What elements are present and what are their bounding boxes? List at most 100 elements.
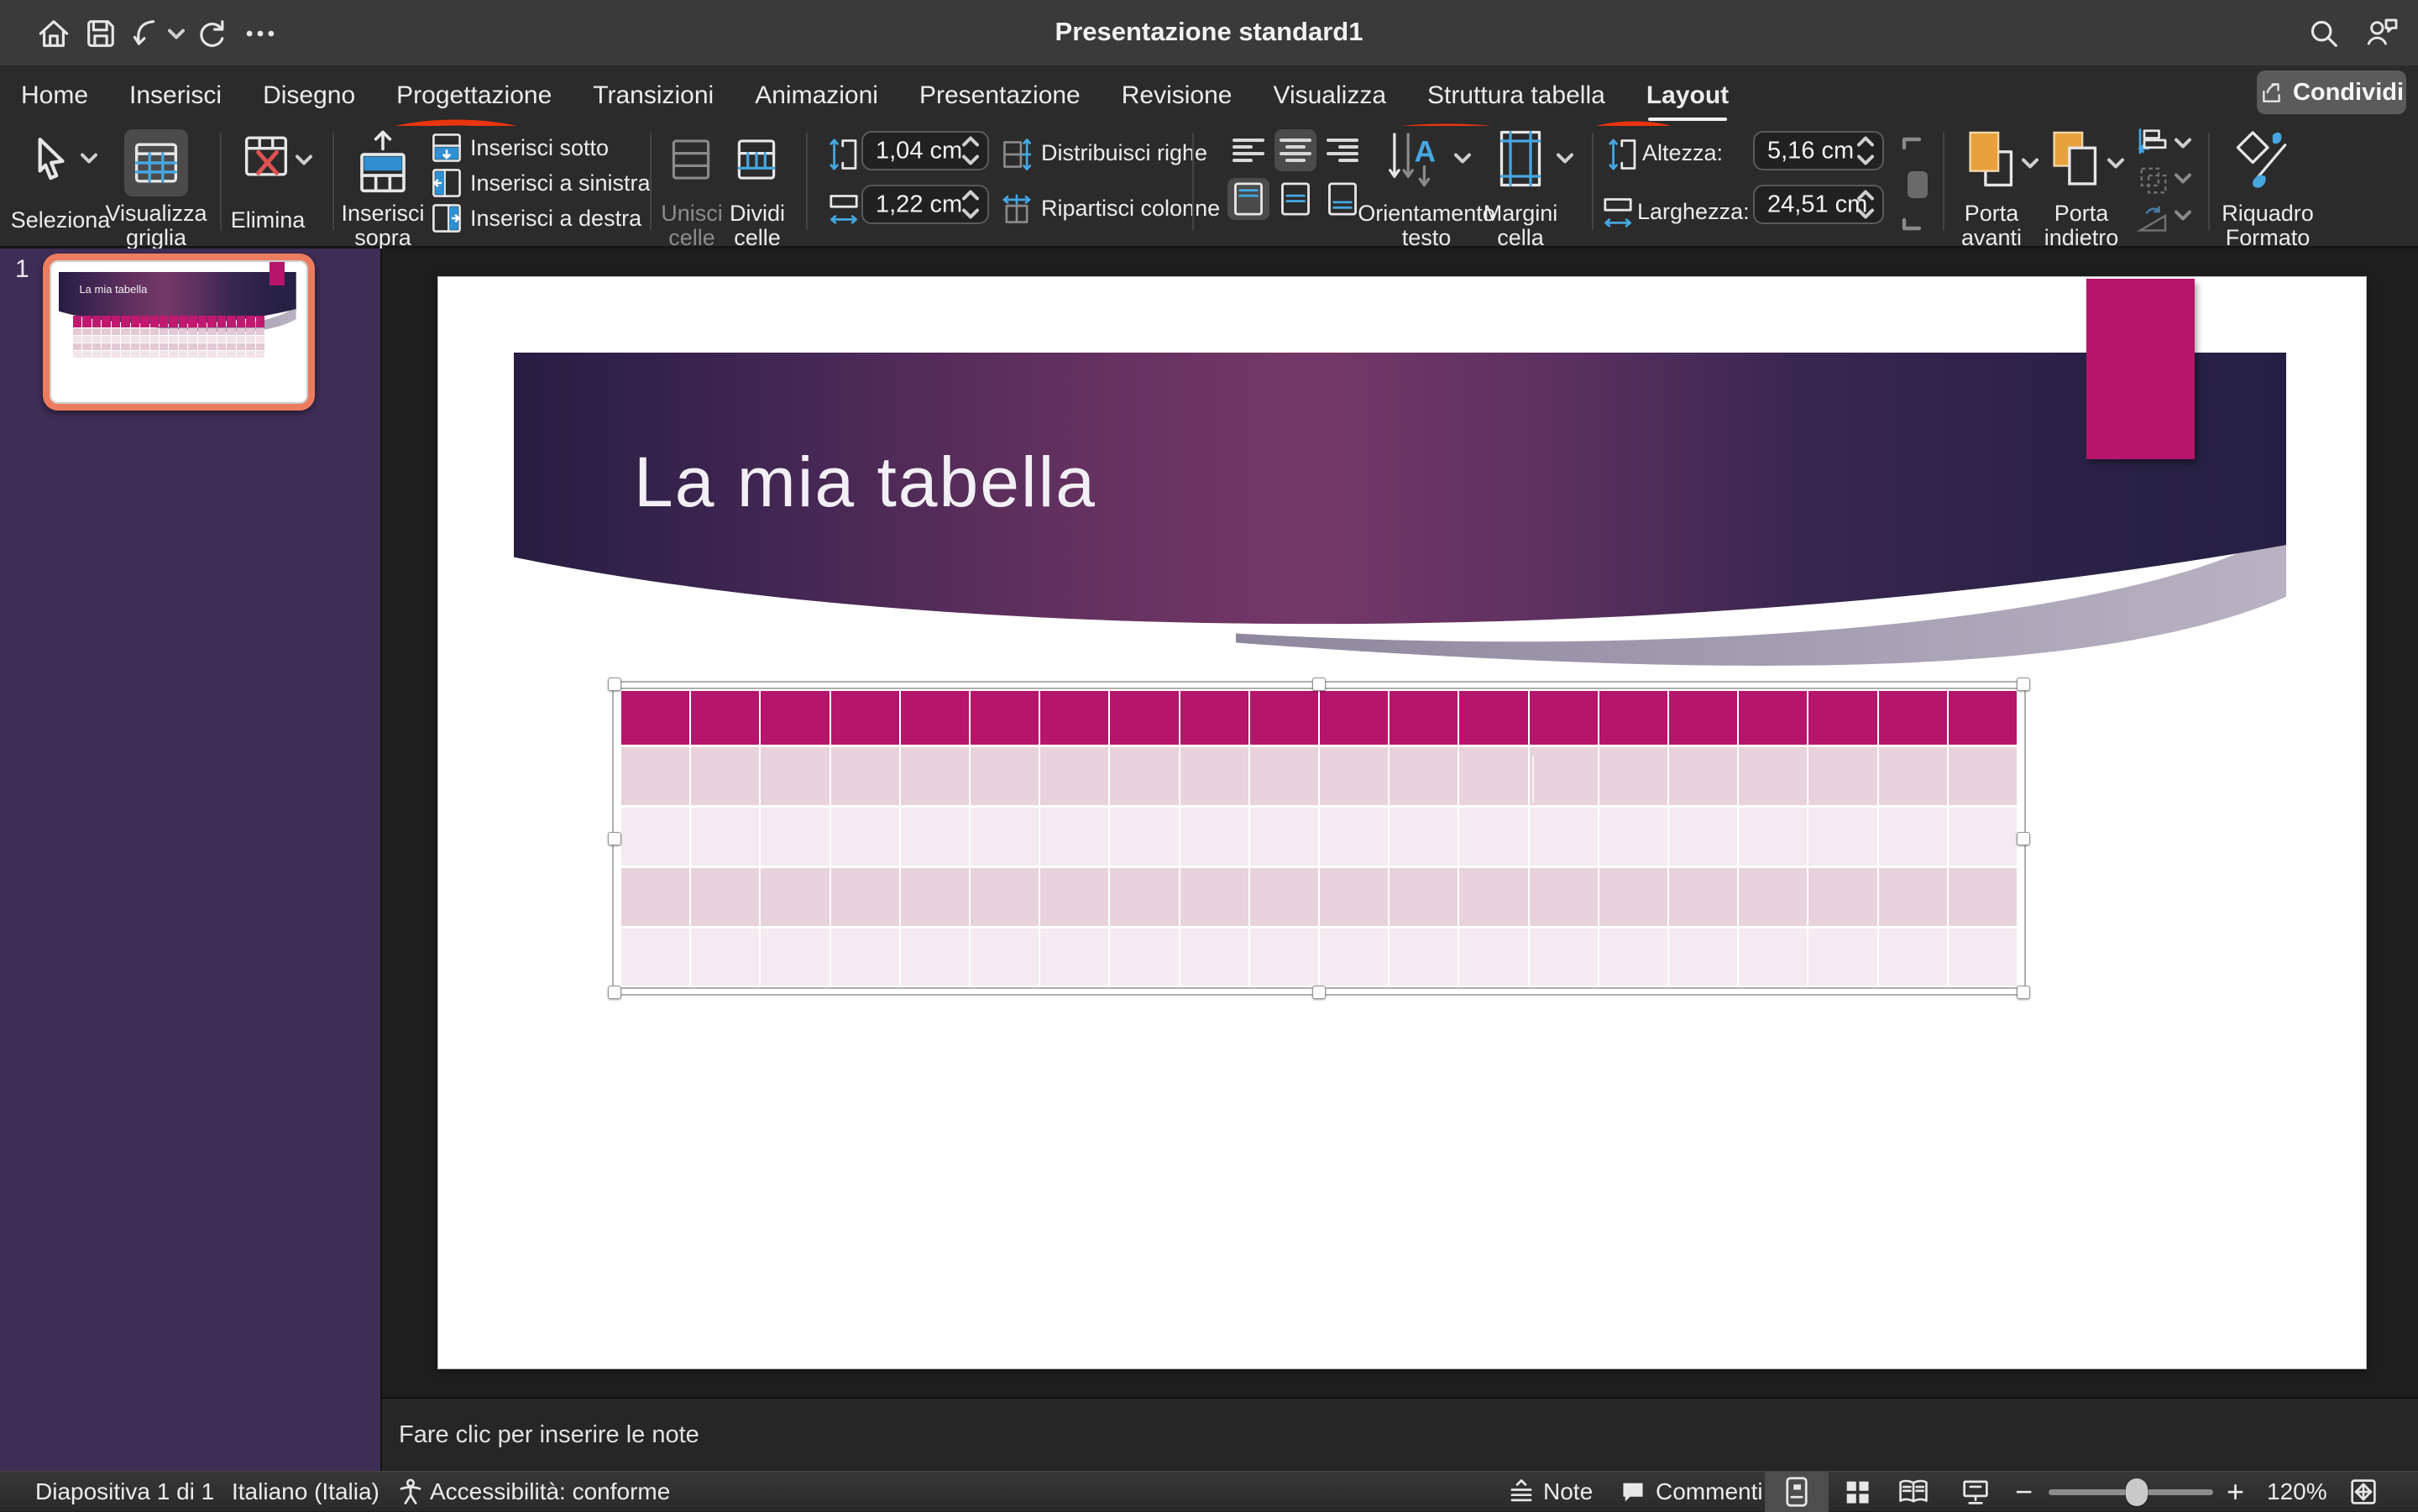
zoom-out-button[interactable]: − — [2015, 1474, 2033, 1509]
tab-home[interactable]: Home — [21, 81, 88, 110]
bring-forward-label[interactable]: Porta avanti — [1944, 201, 2039, 250]
table-cell[interactable] — [971, 747, 1039, 805]
column-width-value[interactable]: 1,22 cm — [876, 191, 962, 218]
table-cell[interactable] — [1949, 868, 2017, 926]
align-left-button[interactable] — [1227, 129, 1269, 171]
resize-handle-s[interactable] — [1312, 986, 1326, 999]
notes-toggle-icon[interactable] — [1508, 1478, 1535, 1505]
resize-handle-sw[interactable] — [608, 986, 621, 999]
cell-margins-icon[interactable] — [1498, 129, 1543, 188]
fit-slide-to-window-icon[interactable] — [2349, 1478, 2378, 1506]
comments-icon[interactable] — [1620, 1479, 1646, 1504]
comments-label[interactable]: Commenti — [1656, 1478, 1763, 1505]
table-cell[interactable] — [1390, 808, 1458, 866]
delete-button-label[interactable]: Elimina — [222, 208, 314, 233]
table-header-cell[interactable] — [1040, 691, 1108, 745]
table-cell[interactable] — [761, 808, 829, 866]
slide-sorter-view-icon[interactable] — [1844, 1478, 1871, 1505]
accent-rectangle[interactable] — [2086, 279, 2195, 459]
table-cell[interactable] — [1110, 868, 1178, 926]
stepper-up-icon[interactable] — [1857, 136, 1874, 147]
table-cell[interactable] — [1669, 868, 1737, 926]
table-cell[interactable] — [691, 868, 759, 926]
cell-margins-chevron-icon[interactable] — [1557, 153, 1573, 164]
table-cell[interactable] — [1808, 747, 1876, 805]
send-backward-chevron-icon[interactable] — [2107, 158, 2124, 169]
table-cell[interactable] — [621, 868, 689, 926]
table-cell[interactable] — [1739, 868, 1807, 926]
table-cell[interactable] — [1110, 929, 1178, 986]
tab-inserisci[interactable]: Inserisci — [129, 81, 222, 110]
table-cell[interactable] — [901, 868, 969, 926]
slideshow-view-icon[interactable] — [1961, 1478, 1990, 1505]
table-cell[interactable] — [691, 747, 759, 805]
accessibility-status[interactable]: Accessibilità: conforme — [430, 1478, 670, 1505]
lock-aspect-ratio-control[interactable] — [1899, 134, 1933, 233]
table-cell[interactable] — [1949, 929, 2017, 986]
table-cell[interactable] — [691, 808, 759, 866]
table-cell[interactable] — [1110, 808, 1178, 866]
table-cell[interactable] — [1669, 929, 1737, 986]
table-cell[interactable] — [1459, 808, 1527, 866]
table-cell[interactable] — [1879, 808, 1947, 866]
notes-toggle-label[interactable]: Note — [1543, 1478, 1593, 1505]
table-header-cell[interactable] — [971, 691, 1039, 745]
table-cell[interactable] — [971, 808, 1039, 866]
share-button[interactable]: Condividi — [2257, 71, 2406, 114]
language-indicator[interactable]: Italiano (Italia) — [232, 1478, 379, 1505]
format-pane-label[interactable]: Riquadro Formato — [2213, 201, 2322, 250]
table-cell[interactable] — [761, 868, 829, 926]
view-gridlines-button[interactable] — [124, 129, 188, 196]
share-people-icon[interactable] — [2366, 17, 2400, 50]
insert-below-icon[interactable] — [432, 133, 462, 163]
accessibility-icon[interactable] — [398, 1478, 423, 1505]
align-objects-chevron-icon[interactable] — [2175, 138, 2191, 149]
table-header-cell[interactable] — [1739, 691, 1807, 745]
table-cell[interactable] — [621, 747, 689, 805]
stepper-up-icon[interactable] — [1857, 190, 1874, 201]
split-cells-label[interactable]: Dividi celle — [717, 201, 798, 250]
row-height-field[interactable]: 1,04 cm — [861, 131, 989, 170]
table-cell[interactable] — [1390, 868, 1458, 926]
table-header-cell[interactable] — [761, 691, 829, 745]
table-cell[interactable] — [1530, 868, 1598, 926]
bring-forward-chevron-icon[interactable] — [2022, 158, 2039, 169]
align-middle-button[interactable] — [1274, 178, 1316, 220]
table-cell[interactable] — [1180, 747, 1248, 805]
send-backward-icon[interactable] — [2050, 129, 2099, 195]
insert-right-icon[interactable] — [432, 203, 462, 233]
table-cell[interactable] — [1879, 747, 1947, 805]
table-cell[interactable] — [1250, 929, 1318, 986]
align-right-button[interactable] — [1322, 129, 1363, 171]
text-direction-icon[interactable]: A — [1387, 131, 1449, 190]
slide[interactable]: La mia tabella — [438, 277, 2366, 1368]
table-cell[interactable] — [1040, 747, 1108, 805]
table-cell[interactable] — [1530, 747, 1598, 805]
split-cells-icon[interactable] — [735, 136, 777, 183]
table-cell[interactable] — [1599, 747, 1667, 805]
tab-layout[interactable]: Layout — [1646, 81, 1729, 110]
table-cell[interactable] — [1669, 808, 1737, 866]
insert-above-label[interactable]: Inserisci sopra — [334, 201, 432, 250]
table-cell[interactable] — [1459, 868, 1527, 926]
zoom-percentage[interactable]: 120% — [2267, 1478, 2327, 1505]
table-cell[interactable] — [1530, 808, 1598, 866]
table-cell[interactable] — [1530, 929, 1598, 986]
table-cell[interactable] — [901, 929, 969, 986]
shape-height-value[interactable]: 5,16 cm — [1767, 137, 1854, 165]
table-cell[interactable] — [1250, 747, 1318, 805]
tab-presentazione[interactable]: Presentazione — [919, 81, 1081, 110]
table-cell[interactable] — [1320, 808, 1388, 866]
notes-pane[interactable]: Fare clic per inserire le note — [382, 1397, 2418, 1471]
stepper-up-icon[interactable] — [962, 190, 979, 201]
table-cell[interactable] — [1949, 747, 2017, 805]
stepper-up-icon[interactable] — [962, 136, 979, 147]
table-header-cell[interactable] — [1250, 691, 1318, 745]
table-cell[interactable] — [1250, 808, 1318, 866]
table-cell[interactable] — [1320, 929, 1388, 986]
insert-left-icon[interactable] — [432, 168, 462, 198]
table-cell[interactable] — [901, 747, 969, 805]
table-header-cell[interactable] — [1320, 691, 1388, 745]
notes-placeholder[interactable]: Fare clic per inserire le note — [399, 1421, 699, 1449]
resize-handle-ne[interactable] — [2017, 678, 2030, 691]
